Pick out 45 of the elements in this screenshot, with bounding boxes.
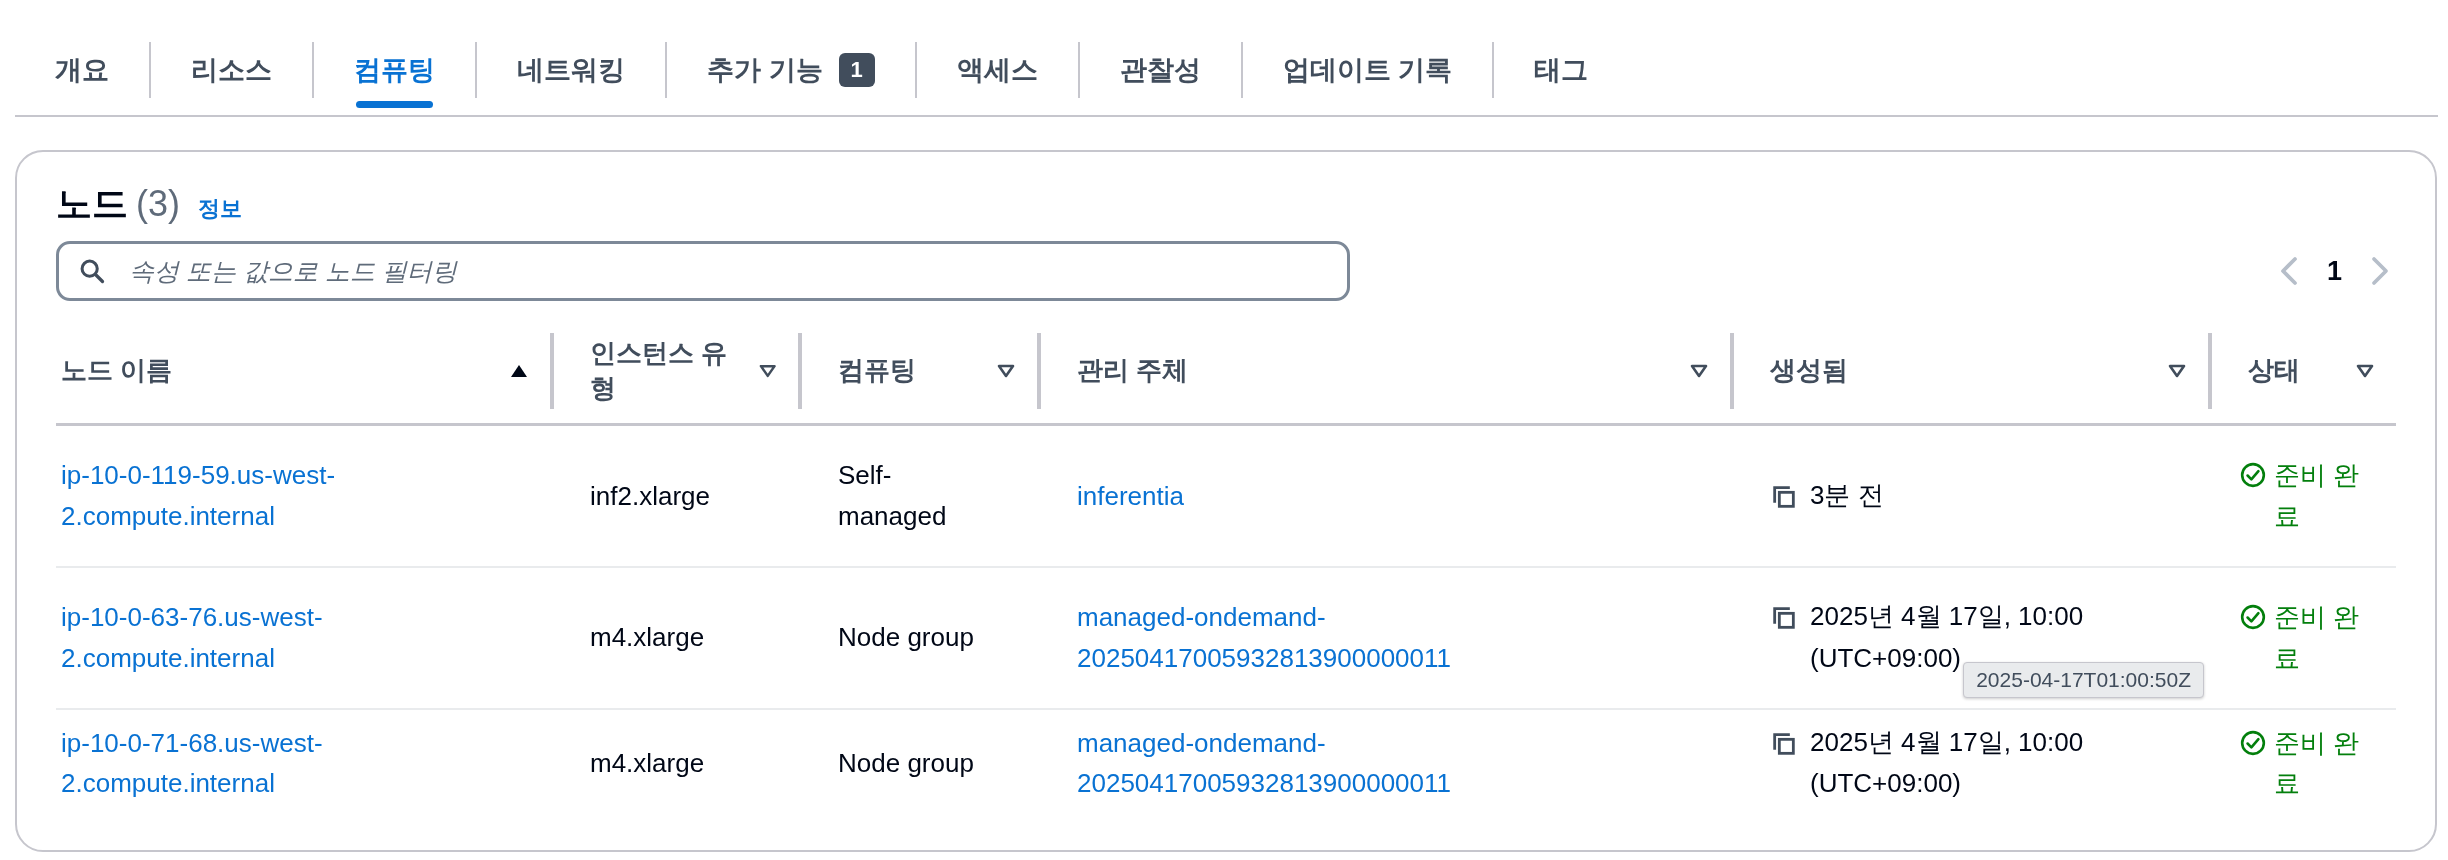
compute-type: Self-managed bbox=[838, 460, 947, 531]
column-header[interactable]: 인스턴스 유형 bbox=[590, 335, 759, 407]
info-link[interactable]: 정보 bbox=[198, 194, 242, 224]
node-count: (3) bbox=[136, 183, 180, 225]
tab[interactable]: 액세스 bbox=[916, 29, 1078, 110]
tab[interactable]: 네트워킹 bbox=[477, 29, 665, 110]
column-header[interactable]: 상태 bbox=[2248, 353, 2310, 389]
created-date: 3분 전 bbox=[1810, 478, 1884, 512]
column-header[interactable]: 생성됨 bbox=[1770, 353, 1858, 389]
instance-type: inf2.xlarge bbox=[590, 480, 710, 511]
status-text: 준비 완료 bbox=[2274, 459, 2361, 533]
status-text: 준비 완료 bbox=[2274, 726, 2361, 801]
created-date: 2025년 4월 17일, 10:00 (UTC+09:00) bbox=[1810, 725, 2085, 801]
compute-type: Node group bbox=[838, 622, 974, 653]
column-header[interactable]: 노드 이름 bbox=[61, 353, 183, 389]
tab[interactable]: 리소스 bbox=[151, 29, 312, 110]
chevron-right-icon bbox=[2370, 256, 2390, 286]
tab[interactable]: 추가 기능 1 bbox=[667, 29, 915, 110]
node-name-link[interactable]: ip-10-0-63-76.us-west-2.compute.internal bbox=[61, 597, 510, 678]
tab[interactable]: 관찰성 bbox=[1079, 29, 1241, 110]
instance-type: m4.xlarge bbox=[590, 622, 705, 653]
node-name-link[interactable]: ip-10-0-119-59.us-west-2.compute.internal bbox=[61, 455, 510, 537]
managed-by-link[interactable]: managed-ondemand-20250417005932813900000011 bbox=[1077, 597, 1497, 678]
count-badge: 1 bbox=[838, 52, 875, 87]
column-header[interactable]: 컴퓨팅 bbox=[838, 353, 926, 389]
tab[interactable]: 업데이트 기록 bbox=[1242, 29, 1493, 110]
check-circle-icon bbox=[2240, 604, 2266, 631]
status-text: 준비 완료 bbox=[2274, 601, 2361, 675]
tab[interactable]: 개요 bbox=[15, 29, 149, 110]
column-header[interactable]: 관리 주체 bbox=[1077, 353, 1199, 389]
chevron-left-icon bbox=[2278, 256, 2299, 286]
timestamp-tooltip: 2025-04-17T01:00:50Z bbox=[1963, 662, 2204, 698]
instance-type: m4.xlarge bbox=[590, 747, 705, 778]
compute-type: Node group bbox=[838, 747, 974, 778]
tab[interactable]: 태그 bbox=[1494, 29, 1629, 110]
search-field[interactable]: 속성 또는 값으로 노드 필터링 bbox=[56, 241, 1350, 301]
search-icon bbox=[78, 257, 106, 285]
panel-title: 노드 bbox=[56, 182, 128, 226]
managed-by-link[interactable]: managed-ondemand-20250417005932813900000011 bbox=[1077, 722, 1497, 804]
check-circle-icon bbox=[2240, 462, 2266, 489]
node-name-link[interactable]: ip-10-0-71-68.us-west-2.compute.internal bbox=[61, 722, 510, 804]
check-circle-icon bbox=[2240, 729, 2266, 756]
tab[interactable]: 컴퓨팅 bbox=[314, 29, 475, 110]
page-number[interactable]: 1 bbox=[2322, 255, 2346, 287]
managed-by-link[interactable]: inferentia bbox=[1077, 475, 1184, 516]
